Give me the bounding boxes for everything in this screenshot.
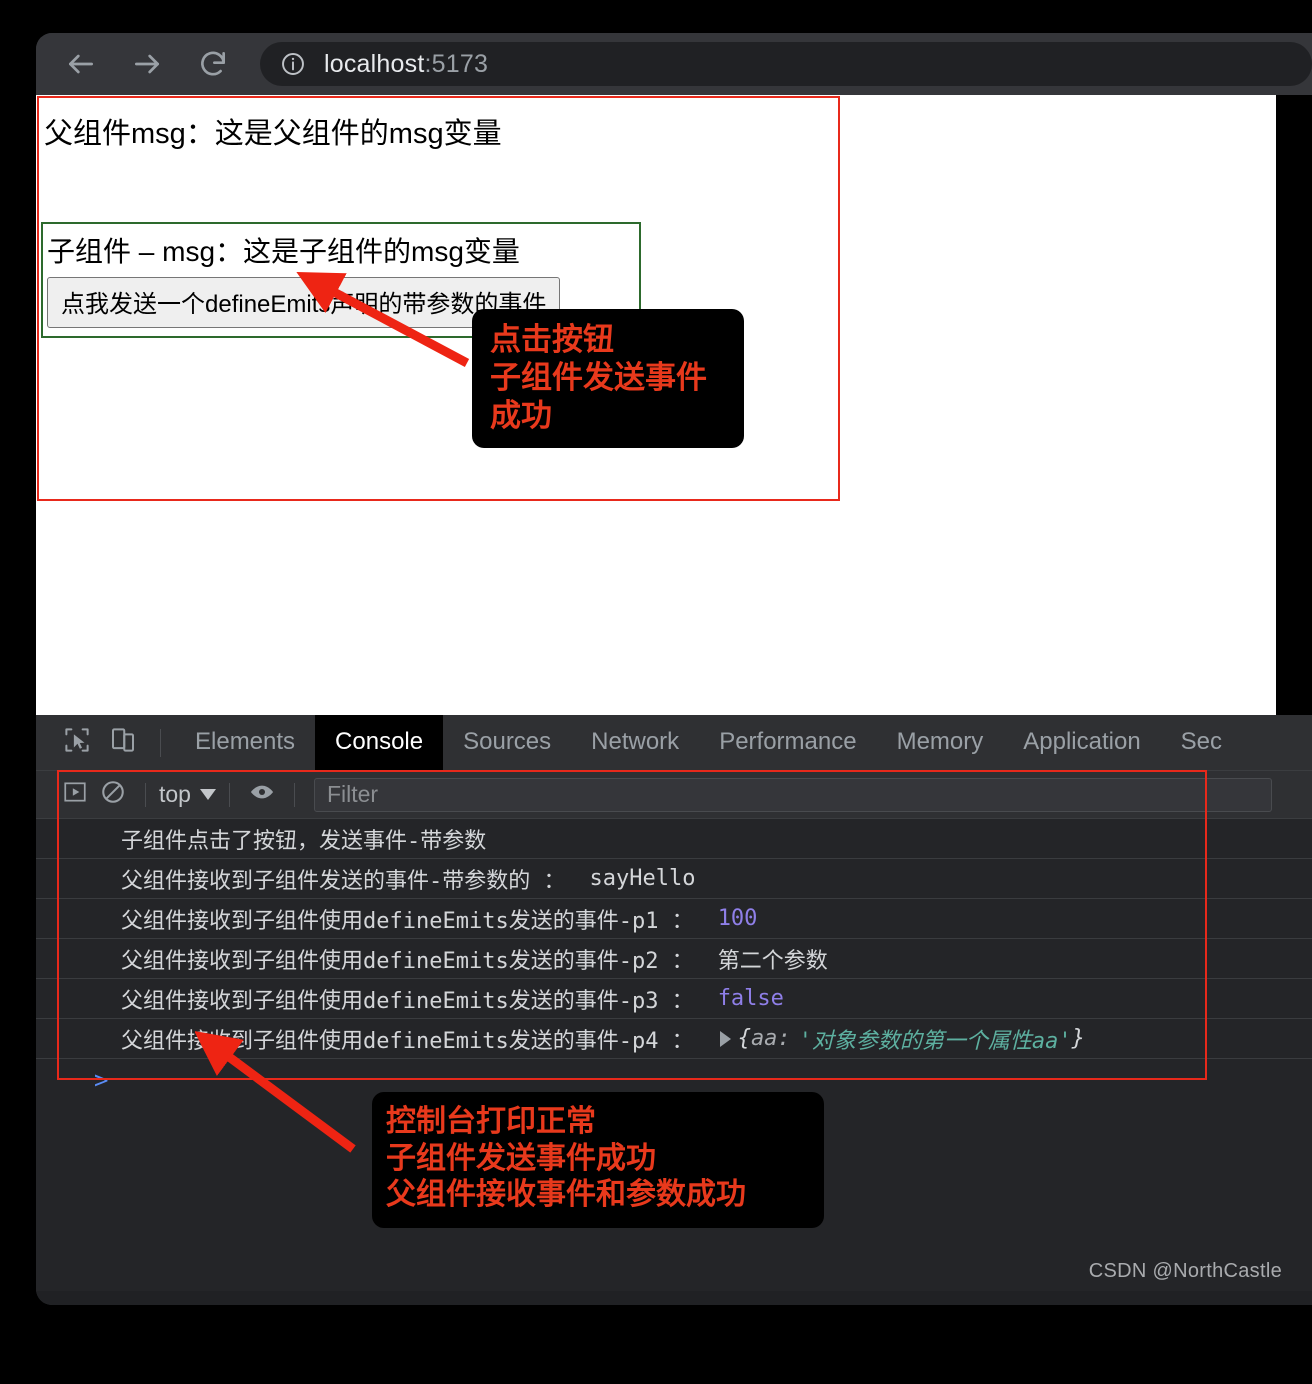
object-open-brace: { (737, 1026, 751, 1051)
console-message-text: 父组件接收到子组件使用defineEmits发送的事件-p3 ： (121, 988, 694, 1014)
console-message-text: 子组件点击了按钮，发送事件-带参数 (121, 828, 487, 854)
arrow-right-icon (131, 48, 163, 80)
arrow-left-icon (65, 48, 97, 80)
console-filter-placeholder: Filter (326, 781, 379, 807)
info-circle-icon[interactable] (280, 51, 306, 77)
console-message-value: 第二个参数 (717, 948, 828, 974)
object-close-brace: } (1071, 1026, 1085, 1051)
device-toolbar-icon (108, 725, 138, 760)
console-message-row[interactable]: 父组件接收到子组件使用defineEmits发送的事件-p4 ： { aa: '… (36, 1019, 1312, 1059)
console-toolbar-divider-1 (145, 782, 146, 807)
tab-elements[interactable]: Elements (175, 715, 315, 771)
clear-console-icon (100, 779, 126, 810)
clear-console-button[interactable] (94, 776, 132, 814)
watermark: CSDN @NorthCastle (1088, 1260, 1282, 1282)
parent-component-msg: 父组件msg：这是父组件的msg变量 (44, 118, 502, 150)
console-message-row[interactable]: 父组件接收到子组件使用defineEmits发送的事件-p1 ： 100 (36, 899, 1312, 939)
console-message-text: 父组件接收到子组件发送的事件-带参数的 ： (121, 868, 566, 894)
object-expand-triangle-icon[interactable] (719, 1030, 731, 1047)
prompt-caret-icon: > (94, 1066, 109, 1094)
live-expression-button[interactable] (243, 776, 281, 814)
inspect-element-button[interactable] (54, 720, 100, 766)
child-component-msg: 子组件 – msg：这是子组件的msg变量 (47, 236, 520, 267)
console-toolbar-divider-2 (228, 782, 230, 807)
live-expression-eye-icon (248, 778, 276, 811)
screenshot-root: localhost:5173 父组件msg：这是父组件的msg变量 子组件 – … (0, 0, 1312, 1384)
reload-button[interactable] (190, 41, 236, 87)
device-toolbar-button[interactable] (100, 720, 146, 766)
annotation-note-top: 点击按钮 子组件发送事件 成功 (472, 309, 744, 449)
tab-sources[interactable]: Sources (443, 715, 571, 771)
console-message-row[interactable]: 父组件接收到子组件发送的事件-带参数的 ： sayHello (36, 859, 1312, 899)
object-string-value: '对象参数的第一个属性aa' (798, 1028, 1072, 1054)
chevron-down-icon (199, 789, 216, 800)
address-bar[interactable]: localhost:5173 (260, 42, 1312, 86)
url-host: localhost (324, 49, 425, 78)
console-sidebar-button[interactable] (56, 776, 94, 814)
annotation-note-bottom: 控制台打印正常 子组件发送事件成功 父组件接收事件和参数成功 (372, 1092, 824, 1228)
browser-toolbar: localhost:5173 (36, 33, 1312, 95)
execution-context-selector[interactable]: top (159, 781, 216, 808)
console-filter-input[interactable]: Filter (313, 777, 1272, 812)
toolbar-divider (160, 728, 161, 757)
console-message-text: 父组件接收到子组件使用defineEmits发送的事件-p4 ： (121, 1028, 694, 1054)
reload-icon (197, 48, 229, 80)
console-message-value: 100 (717, 906, 758, 931)
devtools-tabbar: Elements Console Sources Network Perform… (36, 715, 1312, 771)
forward-button[interactable] (124, 41, 170, 87)
url-port: :5173 (424, 49, 489, 78)
url-text: localhost:5173 (324, 50, 488, 79)
console-message-row[interactable]: 父组件接收到子组件使用defineEmits发送的事件-p2 ： 第二个参数 (36, 939, 1312, 979)
console-toolbar: top Filter (36, 771, 1312, 819)
tab-performance[interactable]: Performance (699, 715, 876, 771)
console-message-row[interactable]: 父组件接收到子组件使用defineEmits发送的事件-p3 ： false (36, 979, 1312, 1019)
console-message-value: false (717, 986, 784, 1011)
back-button[interactable] (58, 41, 104, 87)
console-toolbar-divider-3 (293, 782, 295, 807)
console-message-row[interactable]: 子组件点击了按钮，发送事件-带参数 (36, 819, 1312, 859)
console-message-text: 父组件接收到子组件使用defineEmits发送的事件-p2 ： (121, 948, 694, 974)
tab-console[interactable]: Console (315, 715, 444, 771)
console-sidebar-icon (62, 779, 88, 810)
tab-security[interactable]: Sec (1161, 715, 1242, 771)
object-key: aa: (750, 1026, 791, 1051)
console-message-value: sayHello (589, 866, 696, 891)
inspect-element-icon (62, 725, 92, 760)
tab-application[interactable]: Application (1003, 715, 1160, 771)
execution-context-label: top (159, 781, 191, 807)
viewport-right-gutter (1276, 95, 1312, 715)
tab-memory[interactable]: Memory (877, 715, 1004, 771)
console-message-text: 父组件接收到子组件使用defineEmits发送的事件-p1 ： (121, 908, 694, 934)
tab-network[interactable]: Network (571, 715, 699, 771)
